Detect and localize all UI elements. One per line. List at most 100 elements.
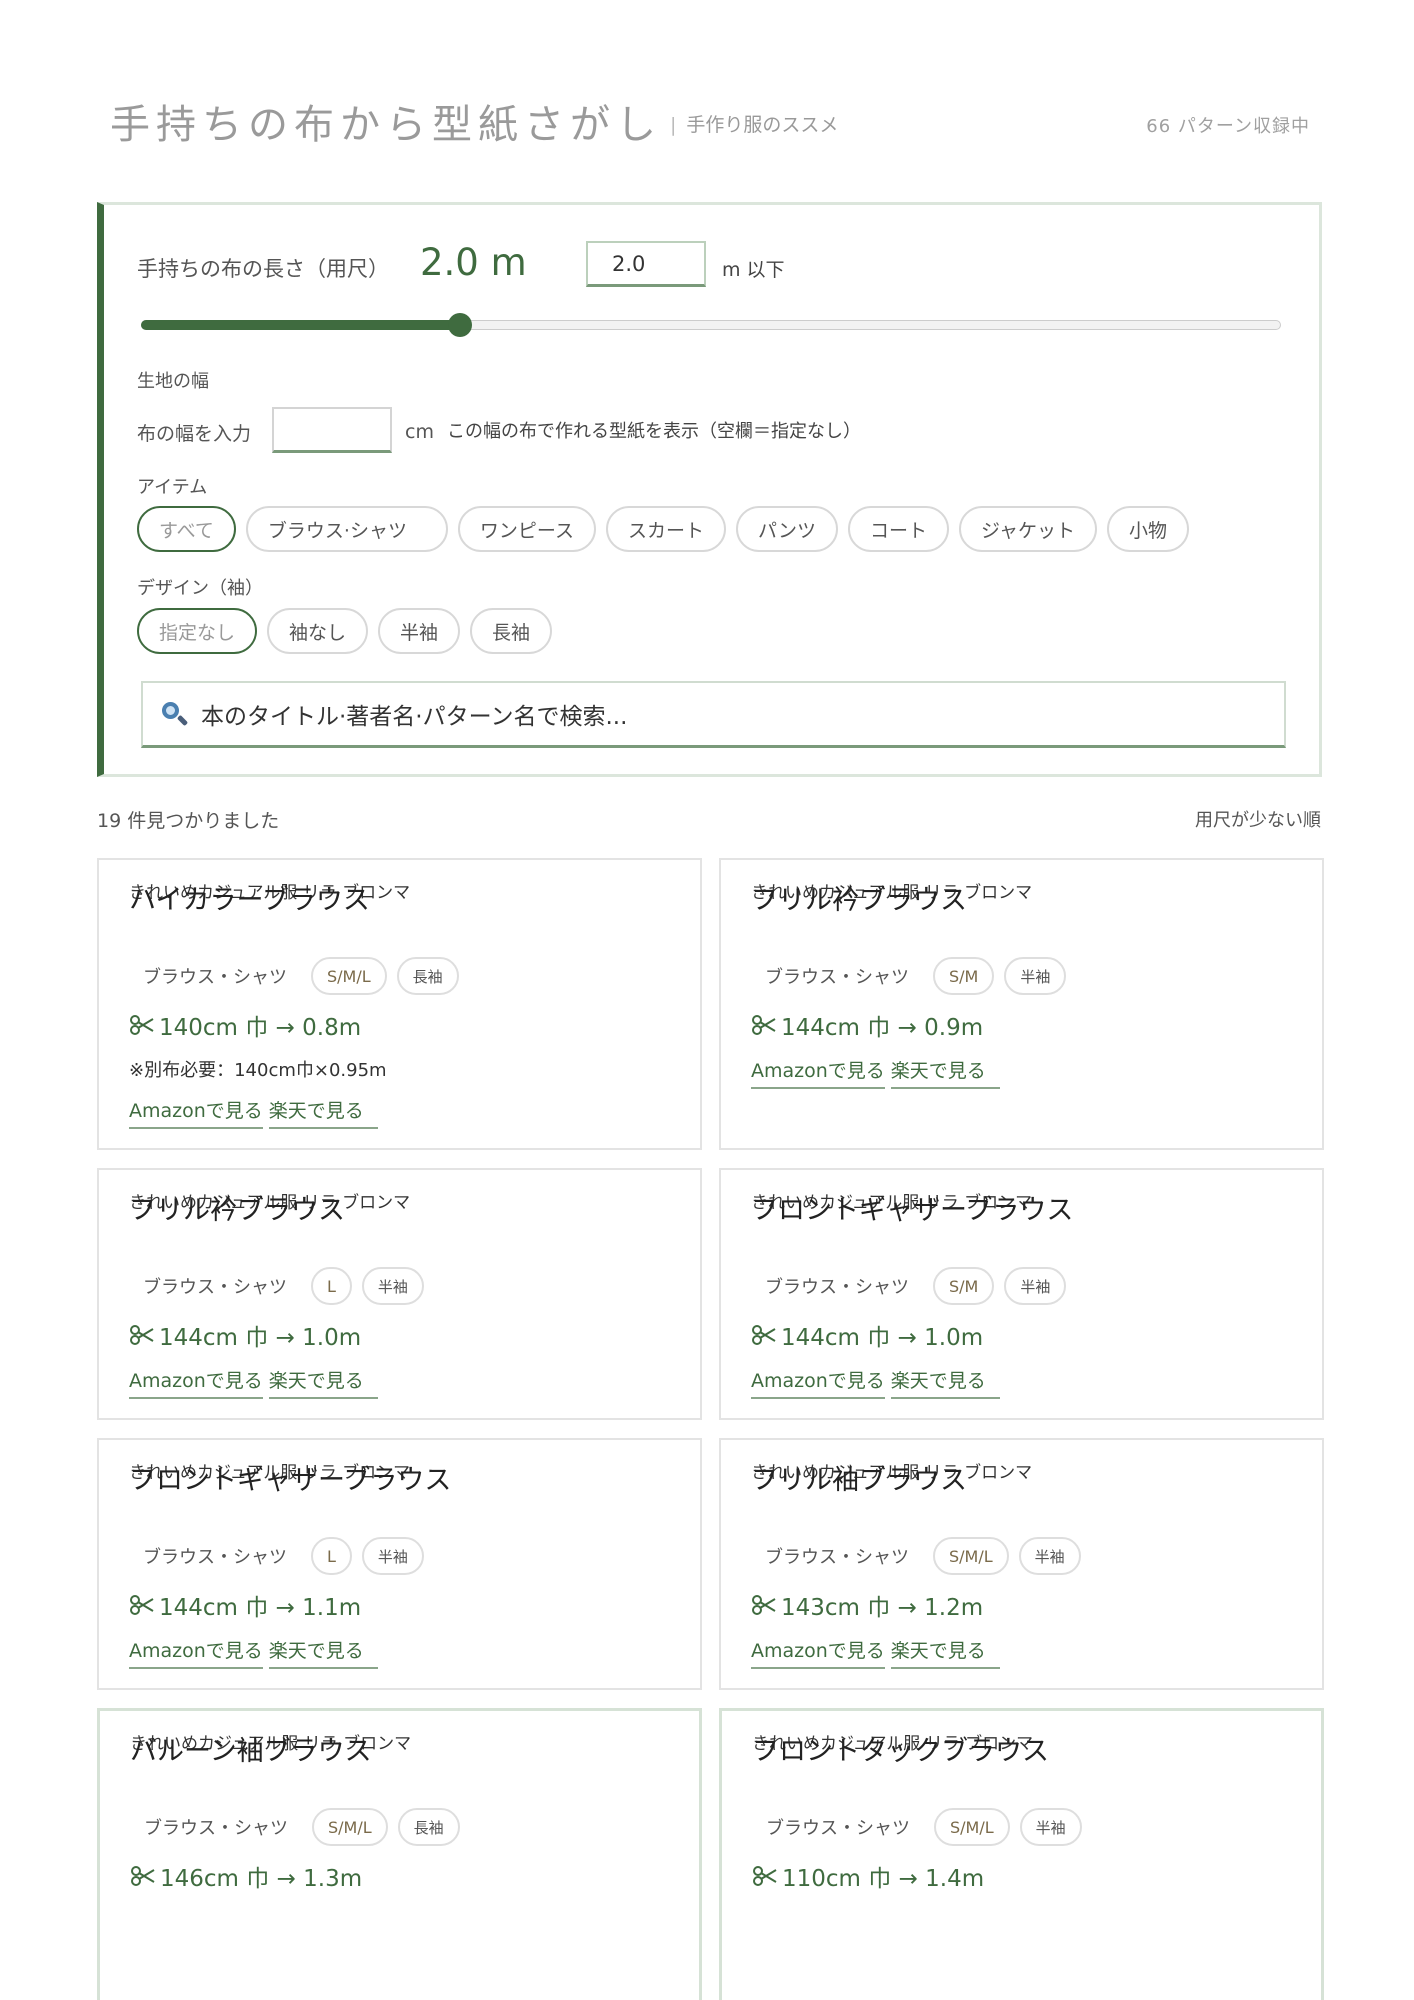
item-chip-coat[interactable]: コート (847, 506, 949, 552)
card-tags: ブラウス・シャツ S/M/L 長袖 (143, 957, 459, 995)
length-display: 2.0 m (420, 241, 527, 284)
card-tags: ブラウス・シャツ L 半袖 (143, 1267, 424, 1305)
card-tags: ブラウス・シャツ S/M/L 長袖 (144, 1808, 460, 1846)
search-placeholder[interactable]: 本のタイトル·著者名·パターン名で検索... (201, 697, 627, 731)
site-title: 手持ちの布から型紙さがし (110, 102, 662, 148)
card-title: フリル衿ブラウス (751, 885, 967, 916)
design-chip-short-sleeve[interactable]: 半袖 (378, 608, 461, 654)
search-panel: 手持ちの布の長さ（用尺） 2.0 m m 以下 生地の幅 布の幅を入力 cm こ… (97, 202, 1322, 777)
rakuten-link[interactable]: 楽天で見る (268, 1366, 378, 1399)
sleeve-tag: 長袖 (397, 1808, 460, 1846)
width-note: この幅の布で作れる型紙を表示（空欄＝指定なし） (447, 421, 861, 442)
sleeve-tag: 半袖 (1018, 1537, 1081, 1575)
design-filter-chips: 指定なし 袖なし 半袖 長袖 (137, 608, 553, 654)
card-title: フロントギャザーブラウス (129, 1465, 452, 1496)
amazon-link[interactable]: Amazonで見る (129, 1366, 263, 1399)
length-slider[interactable] (141, 313, 1281, 337)
scissors-icon (130, 1863, 156, 1889)
amazon-link[interactable]: Amazonで見る (129, 1096, 263, 1129)
item-chip-onepiece[interactable]: ワンピース (457, 506, 596, 552)
card-tags: ブラウス・シャツ S/M/L 半袖 (765, 1537, 1081, 1575)
width-label: 布の幅を入力 (137, 423, 252, 445)
sleeve-tag: 半袖 (1019, 1808, 1082, 1846)
pattern-card: きれいめカジュアル服 リラ ブロンマ フロントギャザーブラウス ブラウス・シャツ L 半… (97, 1438, 702, 1690)
card-links: Amazonで見る 楽天で見る (751, 1636, 1000, 1669)
rakuten-link[interactable]: 楽天で見る (268, 1636, 378, 1669)
rakuten-link[interactable]: 楽天で見る (890, 1366, 1000, 1399)
search-box[interactable]: 本のタイトル·著者名·パターン名で検索... (141, 681, 1286, 748)
rakuten-link[interactable]: 楽天で見る (890, 1636, 1000, 1669)
card-category: ブラウス・シャツ (765, 967, 909, 988)
card-category: ブラウス・シャツ (143, 1547, 287, 1568)
design-chip-sleeveless[interactable]: 袖なし (267, 608, 369, 654)
item-chip-skirt[interactable]: スカート (605, 506, 726, 552)
site-subtitle-text: 手作り服のススメ (686, 114, 839, 136)
card-tags: ブラウス・シャツ S/M 半袖 (765, 957, 1067, 995)
pattern-card: きれいめカジュアル服 リラ ブロンマ フロントギャザーブラウス ブラウス・シャツ S/… (719, 1168, 1324, 1420)
size-tag: S/M/L (311, 957, 387, 995)
pattern-card: きれいめカジュアル服 リラ ブロンマ フロントタックブラウス ブラウス・シャツ S/M… (719, 1708, 1324, 2000)
requirement-text: 140cm 巾 → 0.8m (159, 1015, 362, 1041)
size-tag: S/M/L (312, 1808, 388, 1846)
card-tags: ブラウス・シャツ S/M/L 半袖 (766, 1808, 1082, 1846)
scissors-icon (752, 1863, 778, 1889)
fabric-requirement: 140cm 巾 → 0.8m (129, 1008, 361, 1042)
site-header: 手持ちの布から型紙さがし | 手作り服のススメ 66 パターン収録中 (110, 92, 1310, 152)
divider: | (670, 114, 677, 136)
design-chip-any[interactable]: 指定なし (137, 608, 258, 654)
requirement-text: 144cm 巾 → 1.0m (781, 1325, 984, 1351)
card-links: Amazonで見る 楽天で見る (751, 1056, 1000, 1089)
pattern-card: きれいめカジュアル服 リラ ブロンマ バルーン袖ブラウス ブラウス・シャツ S/M/L… (97, 1708, 702, 2000)
magnifier-icon (159, 699, 189, 729)
card-category: ブラウス・シャツ (144, 1818, 288, 1839)
item-chip-blouse[interactable]: ブラウス·シャツ (245, 506, 448, 552)
size-tag: L (311, 1267, 352, 1305)
fabric-requirement: 110cm 巾 → 1.4m (752, 1859, 984, 1893)
size-tag: L (311, 1537, 352, 1575)
item-chip-accessory[interactable]: 小物 (1107, 506, 1190, 552)
card-tags: ブラウス・シャツ L 半袖 (143, 1537, 424, 1575)
requirement-text: 144cm 巾 → 0.9m (781, 1015, 984, 1041)
size-tag: S/M (933, 1267, 995, 1305)
card-category: ブラウス・シャツ (765, 1277, 909, 1298)
width-row: 布の幅を入力 cm この幅の布で作れる型紙を表示（空欄＝指定なし） (137, 407, 1287, 453)
item-chip-pants[interactable]: パンツ (736, 506, 838, 552)
amazon-link[interactable]: Amazonで見る (129, 1636, 263, 1669)
card-links: Amazonで見る 楽天で見る (129, 1096, 378, 1129)
design-section-label: デザイン（袖） (137, 578, 263, 599)
scissors-icon (129, 1012, 155, 1038)
length-input[interactable] (586, 241, 706, 287)
card-category: ブラウス・シャツ (765, 1547, 909, 1568)
item-chip-jacket[interactable]: ジャケット (958, 506, 1098, 552)
design-chip-long-sleeve[interactable]: 長袖 (470, 608, 553, 654)
scissors-icon (129, 1592, 155, 1618)
amazon-link[interactable]: Amazonで見る (751, 1636, 885, 1669)
fabric-requirement: 146cm 巾 → 1.3m (130, 1859, 362, 1893)
slider-thumb[interactable] (448, 313, 473, 337)
sort-selector[interactable]: 用尺が少ない順 (1195, 806, 1321, 832)
requirement-text: 146cm 巾 → 1.3m (160, 1866, 363, 1892)
card-title: バルーン袖ブラウス (130, 1736, 372, 1767)
width-input[interactable] (272, 407, 392, 453)
card-title: フリル袖ブラウス (751, 1465, 967, 1496)
scissors-icon (129, 1322, 155, 1348)
width-unit: cm (405, 421, 434, 443)
item-chip-all[interactable]: すべて (137, 506, 236, 552)
scissors-icon (751, 1322, 777, 1348)
fabric-requirement: 144cm 巾 → 1.0m (129, 1318, 361, 1352)
requirement-text: 144cm 巾 → 1.1m (159, 1595, 362, 1621)
width-section-label: 生地の幅 (137, 371, 209, 392)
sleeve-tag: 長袖 (396, 957, 459, 995)
card-title: フロントタックブラウス (752, 1736, 1049, 1767)
scissors-icon (751, 1592, 777, 1618)
size-tag: S/M (933, 957, 995, 995)
results-count: 19 件見つかりました (97, 810, 280, 832)
pattern-card: きれいめカジュアル服 リラ ブロンマ フリル袖ブラウス ブラウス・シャツ S/M/L 半… (719, 1438, 1324, 1690)
amazon-link[interactable]: Amazonで見る (751, 1366, 885, 1399)
amazon-link[interactable]: Amazonで見る (751, 1056, 885, 1089)
fabric-requirement: 143cm 巾 → 1.2m (751, 1588, 983, 1622)
rakuten-link[interactable]: 楽天で見る (268, 1096, 378, 1129)
slider-fill (141, 320, 461, 330)
fabric-requirement: 144cm 巾 → 0.9m (751, 1008, 983, 1042)
rakuten-link[interactable]: 楽天で見る (890, 1056, 1000, 1089)
